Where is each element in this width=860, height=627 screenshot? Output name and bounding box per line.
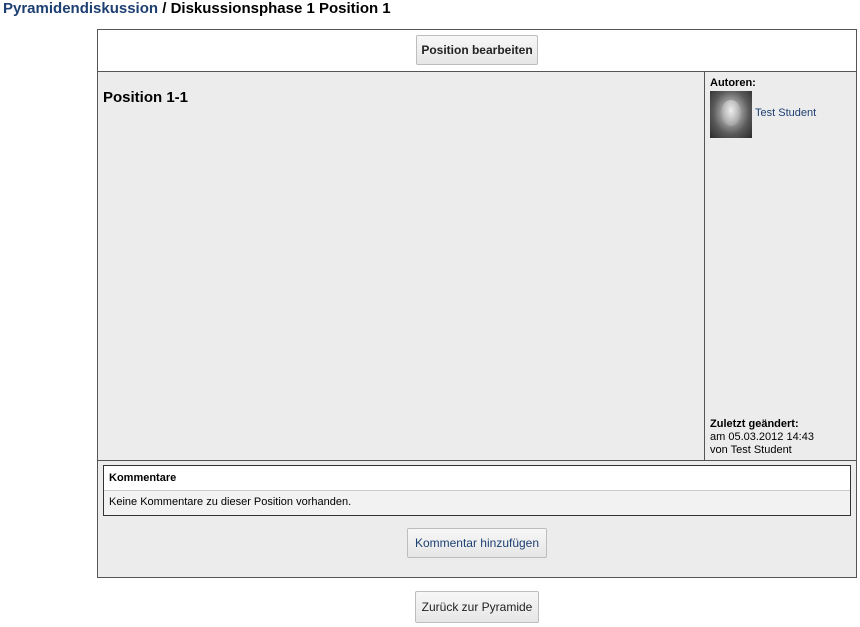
back-to-pyramid-button[interactable]: Zurück zur Pyramide bbox=[415, 591, 539, 623]
last-changed-date: am 05.03.2012 14:43 bbox=[710, 431, 814, 443]
position-sidebar: Autoren: Test Student Zuletzt geändert: … bbox=[705, 72, 856, 460]
page-title: Diskussionsphase 1 Position 1 bbox=[170, 0, 391, 17]
edit-position-button[interactable]: Position bearbeiten bbox=[416, 35, 538, 65]
position-title: Position 1-1 bbox=[103, 89, 189, 106]
author-link[interactable]: Test Student bbox=[755, 107, 816, 119]
breadcrumb: Pyramidendiskussion / Diskussionsphase 1… bbox=[3, 0, 391, 18]
breadcrumb-separator: / bbox=[158, 0, 171, 17]
avatar-face bbox=[721, 100, 741, 126]
toolbar: Position bearbeiten bbox=[98, 30, 856, 72]
last-changed-by: von Test Student bbox=[710, 444, 792, 456]
add-comment-button[interactable]: Kommentar hinzufügen bbox=[407, 528, 547, 558]
divider bbox=[98, 460, 856, 461]
comments-header: Kommentare bbox=[104, 466, 850, 491]
position-content: Position 1-1 bbox=[98, 72, 705, 460]
comments-box: Kommentare Keine Kommentare zu dieser Po… bbox=[103, 465, 851, 516]
authors-label: Autoren: bbox=[710, 77, 756, 89]
breadcrumb-parent-link[interactable]: Pyramidendiskussion bbox=[3, 0, 158, 17]
comments-empty-text: Keine Kommentare zu dieser Position vorh… bbox=[104, 491, 850, 515]
position-panel: Position bearbeiten Position 1-1 Autoren… bbox=[97, 29, 857, 578]
last-changed-label: Zuletzt geändert: bbox=[710, 418, 799, 430]
avatar bbox=[710, 91, 752, 138]
